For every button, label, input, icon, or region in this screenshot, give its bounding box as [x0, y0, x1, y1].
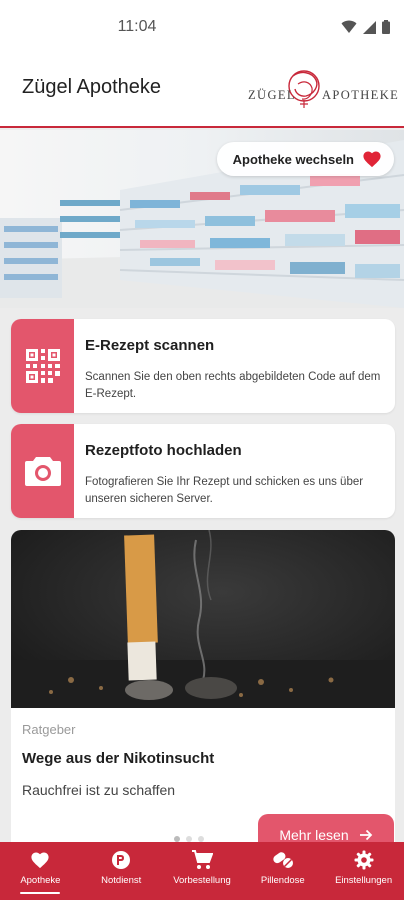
cart-icon — [191, 850, 213, 869]
bottom-navigation: Apotheke Notdienst Vorbestellung Pillend… — [0, 842, 404, 900]
pharmacy-logo: ZÜGEL APOTHEKE — [246, 64, 398, 116]
app-bar: Zügel Apotheke ZÜGEL APOTHEKE — [0, 56, 404, 128]
nav-label: Vorbestellung — [173, 875, 231, 886]
upload-prescription-card[interactable]: Rezeptfoto hochladen Fotografieren Sie I… — [11, 424, 395, 518]
card-title: Rezeptfoto hochladen — [85, 442, 242, 459]
article-image — [11, 530, 395, 708]
nav-item-einstellungen[interactable]: Einstellungen — [323, 842, 404, 900]
card-icon-box — [11, 319, 74, 413]
nav-item-vorbestellung[interactable]: Vorbestellung — [162, 842, 243, 900]
logo-text-left: ZÜGEL — [248, 88, 296, 102]
change-pharmacy-button[interactable]: Apotheke wechseln — [216, 142, 394, 176]
battery-icon — [382, 20, 390, 34]
article-category: Ratgeber — [22, 722, 76, 737]
card-icon-box — [11, 424, 74, 518]
article-card[interactable]: Ratgeber Wege aus der Nikotinsucht Rauch… — [11, 530, 395, 860]
nav-label: Notdienst — [101, 875, 142, 886]
page-title: Zügel Apotheke — [22, 76, 161, 98]
nav-label: Apotheke — [20, 875, 61, 886]
change-pharmacy-label: Apotheke wechseln — [232, 151, 354, 167]
logo-text-right: APOTHEKE — [322, 88, 400, 102]
active-indicator — [20, 892, 61, 894]
nav-item-apotheke[interactable]: Apotheke — [0, 842, 81, 900]
status-bar: 11:04 — [0, 0, 404, 56]
qr-code-icon — [25, 349, 60, 383]
status-time: 11:04 — [117, 18, 157, 35]
article-title: Wege aus der Nikotinsucht — [22, 750, 215, 767]
card-title: E-Rezept scannen — [85, 337, 215, 354]
nav-item-notdienst[interactable]: Notdienst — [81, 842, 162, 900]
scan-erezept-card[interactable]: E-Rezept scannen Scannen Sie den oben re… — [11, 319, 395, 413]
heart-icon — [363, 151, 381, 168]
nav-item-pillendose[interactable]: Pillendose — [242, 842, 323, 900]
wifi-icon — [341, 20, 357, 33]
signal-icon — [363, 20, 376, 34]
card-description: Scannen Sie den oben rechts abgebildeten… — [85, 371, 381, 400]
status-icons — [341, 20, 390, 34]
card-description: Fotografieren Sie Ihr Rezept und schicke… — [85, 476, 364, 505]
arrow-right-icon — [359, 829, 372, 841]
nav-label: Einstellungen — [335, 875, 393, 886]
heart-icon — [31, 852, 49, 869]
hero-image: Apotheke wechseln — [0, 130, 404, 308]
nav-label: Pillendose — [260, 875, 305, 886]
gear-icon — [354, 850, 374, 870]
article-subtitle: Rauchfrei ist zu schaffen — [22, 782, 176, 798]
read-more-label: Mehr lesen — [279, 827, 349, 843]
pills-icon — [273, 852, 293, 868]
pharmacy-badge-icon — [112, 851, 131, 869]
camera-icon — [24, 457, 61, 486]
